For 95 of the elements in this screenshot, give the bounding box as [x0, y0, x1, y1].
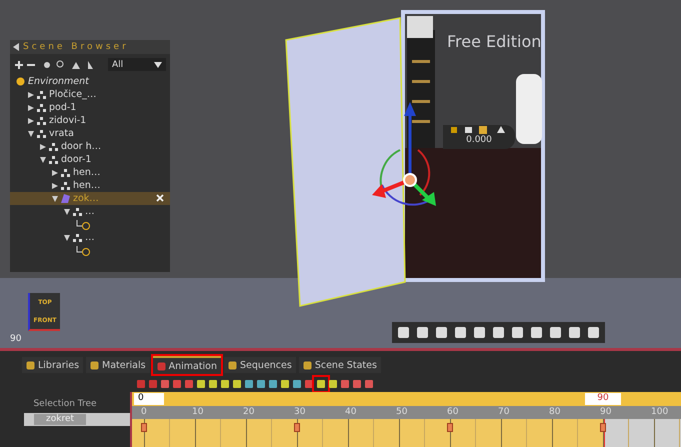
tab-icon [302, 360, 312, 370]
selection-tree-label: Selection Tree [33, 399, 97, 409]
filter-dropdown[interactable]: All [108, 58, 166, 71]
hierarchy-icon [37, 116, 46, 124]
panel-tab[interactable]: Animation [152, 356, 222, 374]
gizmo-value-field[interactable]: 0.000 [466, 135, 492, 145]
keyframe-marker[interactable] [141, 423, 147, 432]
hierarchy-icon [73, 234, 82, 242]
expand-arrow-icon[interactable] [52, 170, 58, 176]
viewport-tool-icon[interactable] [510, 325, 525, 340]
ruler-label: 10 [192, 407, 204, 417]
dropdown-arrow-icon [154, 62, 162, 68]
expand-arrow-icon[interactable] [40, 144, 46, 150]
viewport-tool-icon[interactable] [548, 325, 563, 340]
tree-item[interactable]: pod-1 [10, 101, 170, 114]
expand-arrow-icon[interactable] [40, 156, 46, 162]
tree-item[interactable]: zidovi-1 [10, 114, 170, 127]
tree-item[interactable]: door h… [10, 140, 170, 153]
tree-item-label: pod-1 [49, 102, 76, 113]
ruler-label: 90 [600, 407, 612, 417]
hierarchy-icon [73, 208, 82, 216]
viewport-tool-icon[interactable] [396, 325, 411, 340]
watermark-text: Free Edition [447, 32, 542, 51]
keyframe-marker[interactable] [600, 423, 606, 432]
close-icon[interactable] [156, 194, 164, 202]
viewport-tool-icon[interactable] [567, 325, 582, 340]
expand-arrow-icon[interactable] [64, 208, 70, 214]
tree-item[interactable]: hen… [10, 166, 170, 179]
hierarchy-icon [37, 90, 46, 98]
viewport-tool-icon[interactable] [453, 325, 468, 340]
panel-tab[interactable]: Scene States [298, 357, 381, 373]
ruler-label: 50 [396, 407, 408, 417]
tree-item-label: … [85, 232, 94, 243]
panel-tab[interactable]: Materials [86, 357, 150, 373]
expand-arrow-icon[interactable] [28, 92, 34, 98]
ruler-label: 30 [294, 407, 306, 417]
tree-item-label: … [85, 206, 94, 217]
hierarchy-icon [61, 168, 70, 176]
ruler-label: 0 [141, 407, 147, 417]
ruler-label: 70 [498, 407, 510, 417]
tree-item[interactable]: door-1 [10, 153, 170, 166]
panel-tab[interactable]: Sequences [224, 357, 296, 373]
tree-item[interactable]: … [10, 231, 170, 244]
tree-item[interactable]: vrata [10, 127, 170, 140]
panel-title: Scene Browser [23, 42, 129, 52]
viewport-tool-icon[interactable] [586, 325, 601, 340]
mesh-icon [76, 220, 90, 230]
ruler-label: 100 [651, 407, 668, 417]
expand-arrow-icon[interactable] [28, 130, 34, 136]
ruler-label: 80 [549, 407, 560, 417]
tree-item-label: door-1 [61, 154, 92, 165]
expand-arrow-icon[interactable] [52, 182, 58, 188]
tree-item-label: Environment [28, 76, 89, 87]
hierarchy-icon [49, 156, 58, 164]
viewport-tool-icon[interactable] [415, 325, 430, 340]
tab-icon [26, 360, 35, 370]
tree-item-label: zidovi-1 [49, 115, 86, 126]
expand-arrow-icon[interactable] [64, 234, 70, 240]
viewport-tool-icon[interactable] [472, 325, 487, 340]
ruler-label: 60 [447, 407, 458, 417]
hierarchy-icon [49, 142, 58, 150]
ruler-label: 40 [345, 407, 356, 417]
tab-icon [228, 360, 238, 370]
tree-item-label: door h… [61, 141, 102, 152]
keyframe-marker[interactable] [294, 423, 300, 432]
tree-item-label: vrata [49, 128, 74, 139]
viewport-tool-icon[interactable] [434, 325, 449, 340]
viewport-tool-icon[interactable] [491, 325, 506, 340]
expand-arrow-icon[interactable] [52, 196, 58, 202]
hierarchy-icon [61, 182, 70, 190]
tab-icon [156, 362, 166, 370]
tree-item[interactable]: … [10, 205, 170, 218]
collapse-arrow-icon[interactable] [13, 43, 19, 51]
tree-item-label: hen… [73, 167, 100, 178]
tree-item[interactable]: hen… [10, 179, 170, 192]
tab-icon [90, 360, 100, 370]
animation-icon [61, 194, 70, 203]
tree-item-label: zok… [73, 193, 99, 204]
tree-item[interactable]: Pločice_… [10, 88, 170, 101]
mesh-icon [76, 246, 90, 256]
start-frame-field[interactable]: 0 [134, 393, 164, 405]
hierarchy-icon [37, 104, 46, 112]
tree-item[interactable]: Environment [10, 75, 170, 88]
sun-icon [16, 77, 25, 86]
panel-tab[interactable]: Libraries [22, 357, 84, 373]
ruler-label: 20 [243, 407, 254, 417]
frame-number: 90 [10, 334, 22, 344]
tree-item-label: hen… [73, 180, 100, 191]
hierarchy-icon [37, 130, 46, 138]
tree-item-label: Pločice_… [49, 89, 96, 100]
end-frame-field[interactable]: 90 [585, 393, 621, 405]
expand-arrow-icon[interactable] [28, 118, 34, 124]
keyframe-marker[interactable] [447, 423, 453, 432]
expand-arrow-icon[interactable] [28, 104, 34, 110]
viewport-tool-icon[interactable] [529, 325, 544, 340]
